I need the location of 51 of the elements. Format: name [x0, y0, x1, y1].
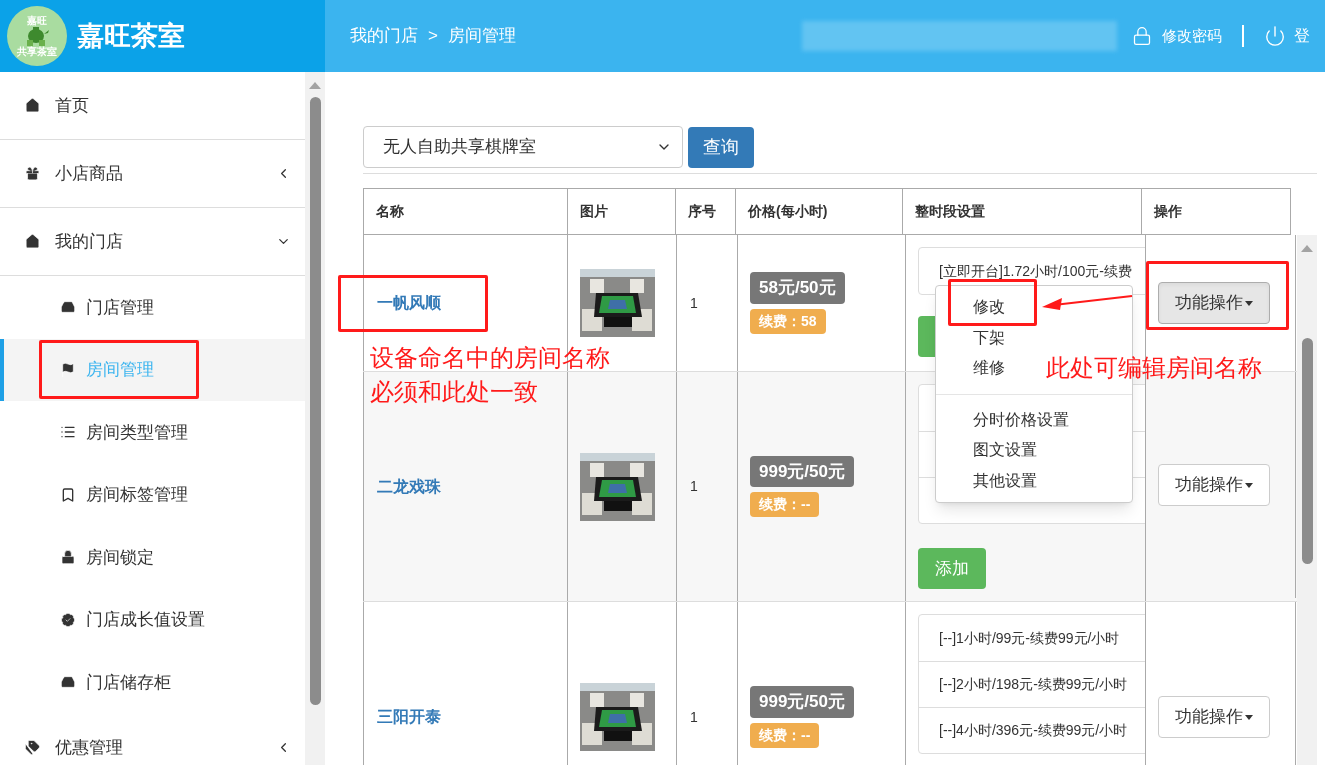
price-badge: 999元/50元 [750, 686, 854, 718]
sequence-number: 1 [690, 477, 698, 496]
sidebar-scrollbar[interactable] [305, 72, 325, 765]
action-dropdown-button[interactable]: 功能操作 [1158, 696, 1270, 738]
power-icon [1263, 25, 1286, 47]
column-header: 名称 [363, 188, 568, 235]
renew-badge: 续费：58 [750, 308, 826, 334]
teapot-icon [24, 26, 50, 46]
menu-item[interactable]: 分时价格设置 [973, 407, 1069, 432]
table-scrollbar[interactable] [1297, 235, 1317, 765]
submenu-item[interactable]: 门店成长值设置 [0, 588, 305, 651]
logo-text: 嘉旺 [27, 15, 47, 26]
action-dropdown-button[interactable]: 功能操作 [1158, 464, 1270, 506]
menu-item[interactable]: 图文设置 [973, 438, 1037, 463]
room-name[interactable]: 二龙戏珠 [377, 474, 441, 499]
breadcrumb-separator: > [428, 25, 438, 48]
room-type-select[interactable]: 无人自助共享棋牌室 [363, 126, 683, 168]
room-name[interactable]: 一帆风顺 [377, 291, 441, 315]
menu-item[interactable]: 修改 [973, 295, 1005, 320]
price-badge: 58元/50元 [750, 272, 845, 304]
submenu-item[interactable]: 门店管理 [0, 276, 305, 339]
menu-item[interactable]: 其他设置 [973, 468, 1037, 493]
renew-badge: 续费：-- [750, 492, 820, 518]
room-name[interactable]: 三阳开泰 [377, 705, 441, 729]
annotation-text: 设备命名中的房间名称 [370, 343, 610, 373]
breadcrumb-current: 房间管理 [447, 25, 516, 48]
submenu-item[interactable]: 房间锁定 [0, 526, 305, 589]
renew-badge: 续费：-- [750, 722, 820, 748]
price-badge: 999元/50元 [750, 455, 854, 488]
caret-icon [1245, 714, 1253, 720]
action-dropdown-button[interactable]: 功能操作 [1158, 282, 1270, 324]
caret-icon [1245, 300, 1253, 306]
lock-icon [1131, 25, 1152, 47]
annotation-text: 必须和此处一致 [370, 377, 539, 407]
sidebar-item[interactable]: 优惠管理 [0, 713, 305, 765]
annotation-text: 此处可编辑房间名称 [1046, 353, 1262, 383]
column-header: 整时段设置 [902, 188, 1142, 235]
brand-name: 嘉旺茶室 [77, 19, 185, 53]
time-slot-item: [--]1小时/99元-续费99元/小时 [938, 628, 1121, 648]
sequence-number: 1 [690, 293, 698, 313]
submenu-item[interactable]: 门店储存柜 [0, 651, 305, 714]
menu-item[interactable]: 维修 [973, 356, 1005, 381]
menu-item[interactable]: 下架 [973, 325, 1005, 350]
time-slot-item: [立即开台]1.72小时/100元-续费 [938, 261, 1133, 281]
caret-icon [1245, 482, 1253, 488]
submenu-item[interactable]: 房间类型管理 [0, 401, 305, 464]
sequence-number: 1 [690, 707, 698, 727]
submenu-item[interactable]: 房间标签管理 [0, 463, 305, 526]
column-header: 操作 [1141, 188, 1291, 235]
logo-text: 共享茶室 [17, 46, 57, 57]
query-button[interactable]: 查询 [688, 126, 754, 168]
